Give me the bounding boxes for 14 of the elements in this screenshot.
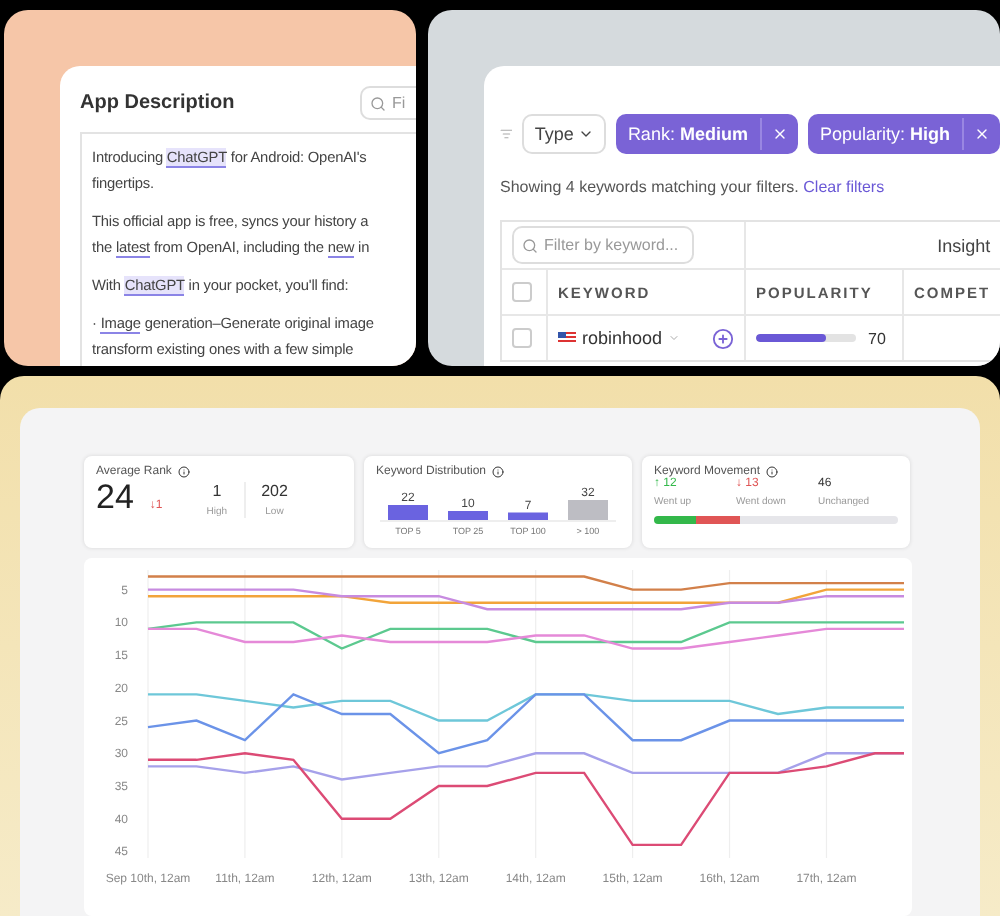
average-rank-value: 24 <box>96 478 134 518</box>
high-value: 1 <box>212 482 222 500</box>
summary-text: Showing 4 keywords matching your filters. <box>500 178 799 196</box>
search-field[interactable]: Fi <box>360 86 416 120</box>
clear-filters-link[interactable]: Clear filters <box>803 178 885 196</box>
column-group-heading: Insight <box>937 235 991 255</box>
low-value: 202 <box>261 482 288 500</box>
keyword-text: robinhood <box>582 328 663 348</box>
type-dropdown[interactable]: Type <box>522 114 606 154</box>
filter-chip[interactable]: Popularity: High <box>807 114 1000 154</box>
popularity-value: 70 <box>868 329 886 347</box>
keyword-filter-field[interactable]: Filter by keyword... <box>512 226 694 264</box>
section-title: App Description <box>80 92 235 114</box>
filter-chip[interactable]: Rank: Medium <box>615 114 798 154</box>
